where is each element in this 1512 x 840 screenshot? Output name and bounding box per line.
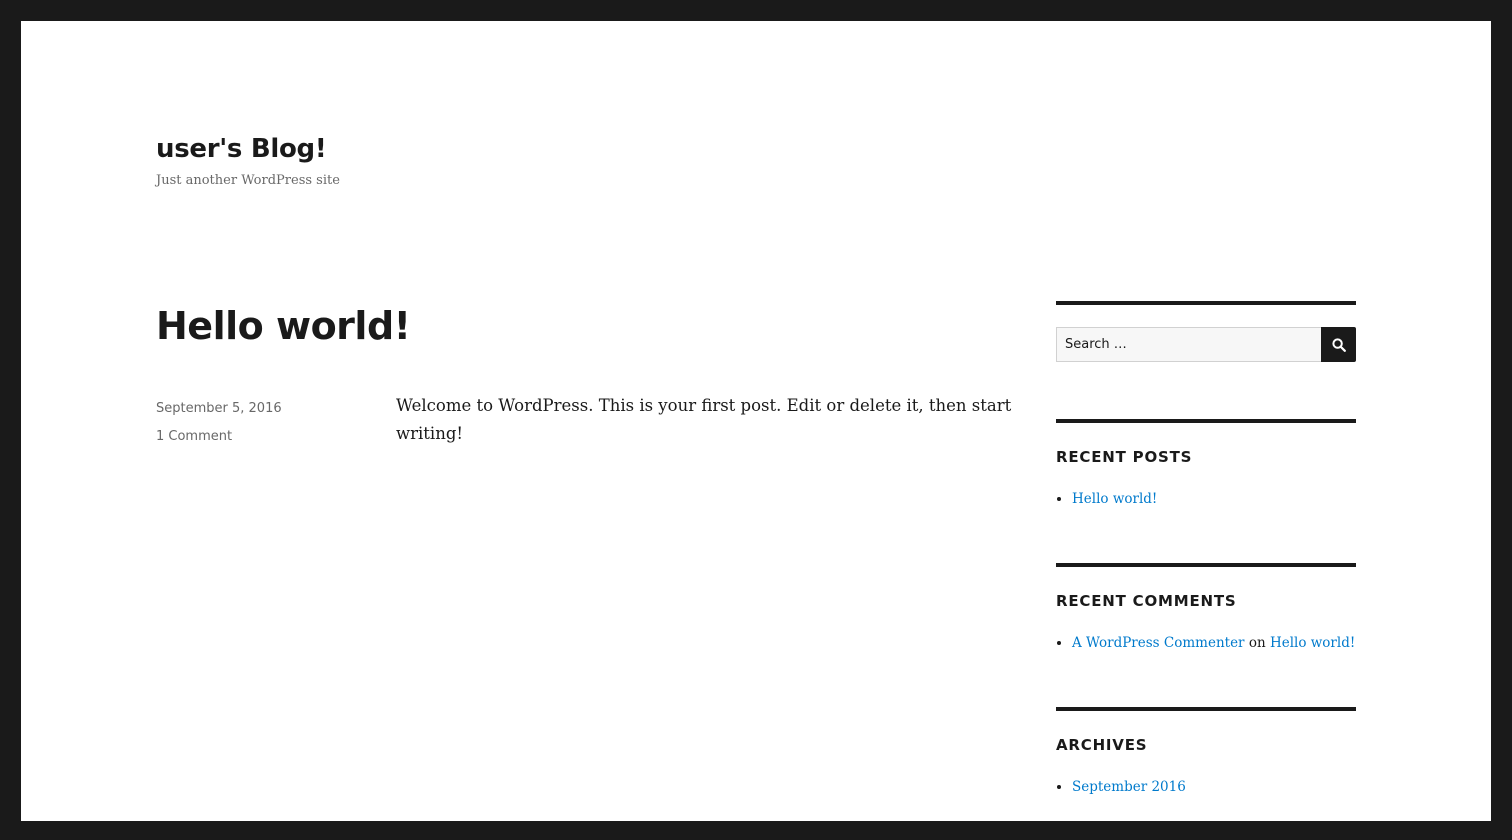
recent-posts-title: RECENT POSTS xyxy=(1056,448,1193,466)
sidebar: RECENT POSTS Hello world! RECENT COMMENT… xyxy=(1056,301,1356,807)
archive-link[interactable]: September 2016 xyxy=(1072,779,1186,795)
list-item: A WordPress Commenter on Hello world! xyxy=(1072,633,1356,653)
recent-comments-list: A WordPress Commenter on Hello world! xyxy=(1056,633,1356,653)
post-comments-link[interactable]: 1 Comment xyxy=(156,423,282,451)
list-item: Hello world! xyxy=(1072,489,1356,509)
recent-comments-title: RECENT COMMENTS xyxy=(1056,592,1237,610)
archives-title: ARCHIVES xyxy=(1056,736,1148,754)
search-input[interactable] xyxy=(1056,327,1322,362)
search-widget xyxy=(1056,301,1356,419)
comment-author-link[interactable]: A WordPress Commenter xyxy=(1072,635,1245,651)
recent-posts-list: Hello world! xyxy=(1056,489,1356,509)
site-title[interactable]: user's Blog! xyxy=(156,132,327,166)
search-form xyxy=(1056,327,1356,362)
post-date-link[interactable]: September 5, 2016 xyxy=(156,395,282,423)
recent-posts-widget: RECENT POSTS Hello world! xyxy=(1056,419,1356,563)
site-description: Just another WordPress site xyxy=(156,173,340,188)
recent-post-link[interactable]: Hello world! xyxy=(1072,491,1157,507)
search-icon xyxy=(1331,337,1346,352)
comment-post-link[interactable]: Hello world! xyxy=(1270,635,1355,651)
list-item: September 2016 xyxy=(1072,777,1356,797)
comment-on-text: on xyxy=(1248,635,1266,651)
page: user's Blog! Just another WordPress site… xyxy=(21,21,1491,821)
post-title[interactable]: Hello world! xyxy=(156,302,411,350)
post-content: Welcome to WordPress. This is your first… xyxy=(396,396,1012,443)
post-meta: September 5, 2016 1 Comment xyxy=(156,395,282,451)
archives-list: September 2016 xyxy=(1056,777,1356,797)
search-button[interactable] xyxy=(1321,327,1356,362)
archives-widget: ARCHIVES September 2016 xyxy=(1056,707,1356,807)
recent-comments-widget: RECENT COMMENTS A WordPress Commenter on… xyxy=(1056,563,1356,707)
